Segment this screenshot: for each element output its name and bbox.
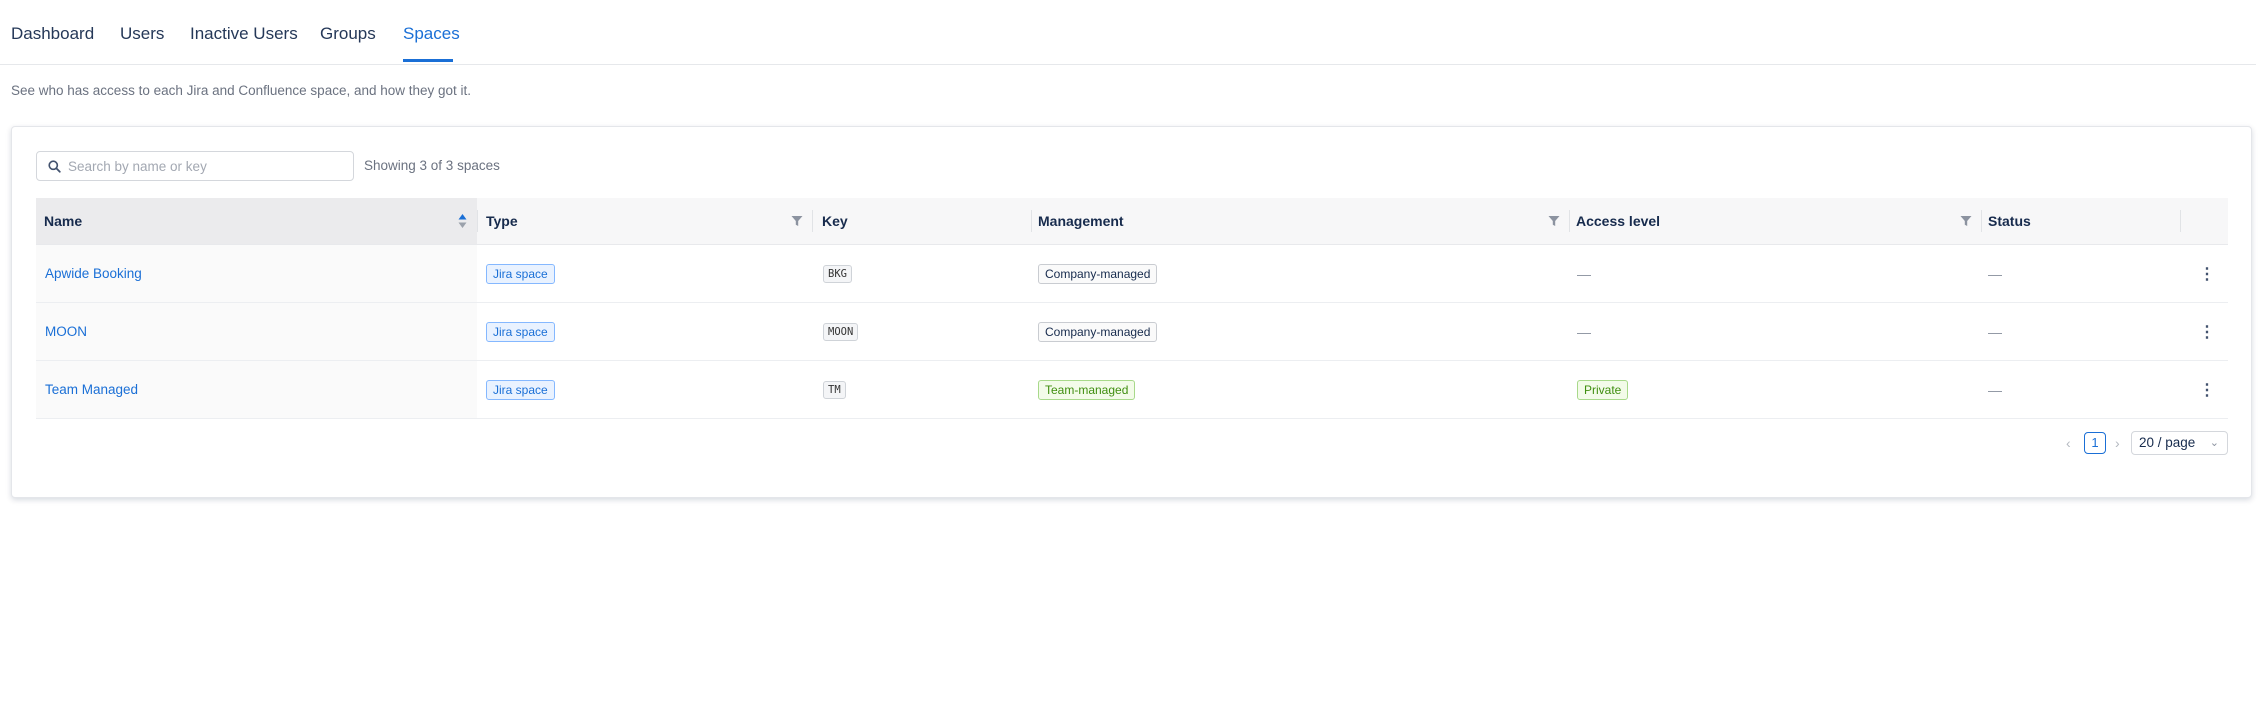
column-header-management[interactable]: Management bbox=[1038, 198, 1124, 244]
status-value: — bbox=[1988, 265, 2002, 282]
nav-tabs: Dashboard Users Inactive Users Groups Sp… bbox=[0, 0, 2256, 65]
access-level-value: — bbox=[1577, 265, 1591, 282]
tab-users[interactable]: Users bbox=[120, 24, 164, 44]
table-row: Apwide Booking Jira space BKG Company-ma… bbox=[36, 245, 2228, 303]
management-tag: Company-managed bbox=[1038, 263, 1158, 284]
management-tag: Team-managed bbox=[1038, 379, 1136, 400]
page-size-select[interactable]: 20 / page ⌄ bbox=[2131, 431, 2228, 455]
active-tab-indicator bbox=[403, 59, 453, 62]
column-header-key[interactable]: Key bbox=[822, 198, 848, 244]
more-actions-icon[interactable]: ⋮ bbox=[2199, 322, 2215, 342]
search-input[interactable] bbox=[66, 157, 340, 175]
column-separator bbox=[812, 210, 813, 232]
column-separator bbox=[477, 210, 478, 232]
type-tag: Jira space bbox=[486, 321, 555, 342]
access-level-tag: Private bbox=[1577, 379, 1629, 400]
column-separator bbox=[2180, 210, 2181, 232]
filter-icon[interactable] bbox=[1548, 215, 1560, 227]
status-value: — bbox=[1988, 381, 2002, 398]
column-header-status[interactable]: Status bbox=[1988, 198, 2031, 244]
column-separator bbox=[1031, 210, 1032, 232]
column-header-access-level[interactable]: Access level bbox=[1576, 198, 1660, 244]
page-description: See who has access to each Jira and Conf… bbox=[11, 83, 472, 98]
search-icon bbox=[48, 159, 61, 173]
management-tag: Company-managed bbox=[1038, 321, 1158, 342]
key-code: TM bbox=[823, 380, 846, 399]
column-separator bbox=[1569, 210, 1570, 232]
table-row: MOON Jira space MOON Company-managed — —… bbox=[36, 303, 2228, 361]
search-box[interactable] bbox=[36, 151, 354, 181]
tab-groups[interactable]: Groups bbox=[320, 24, 376, 44]
more-actions-icon[interactable]: ⋮ bbox=[2199, 264, 2215, 284]
access-level-value: — bbox=[1577, 323, 1591, 340]
table-row: Team Managed Jira space TM Team-managed … bbox=[36, 361, 2228, 419]
tab-inactive-users[interactable]: Inactive Users bbox=[190, 24, 298, 44]
column-header-name[interactable]: Name bbox=[44, 198, 82, 244]
key-code: BKG bbox=[823, 264, 852, 283]
table-header: Name Type Key Management Access level St… bbox=[36, 198, 2228, 245]
type-tag: Jira space bbox=[486, 263, 555, 284]
space-name-link[interactable]: Team Managed bbox=[45, 382, 138, 397]
column-header-type[interactable]: Type bbox=[486, 198, 518, 244]
sort-icon[interactable] bbox=[458, 213, 467, 229]
tab-spaces[interactable]: Spaces bbox=[403, 24, 460, 44]
key-code: MOON bbox=[823, 322, 859, 341]
page-size-value: 20 / page bbox=[2139, 435, 2196, 450]
results-count: Showing 3 of 3 spaces bbox=[364, 158, 500, 173]
next-page-icon[interactable]: › bbox=[2115, 435, 2120, 451]
status-value: — bbox=[1988, 323, 2002, 340]
type-tag: Jira space bbox=[486, 379, 555, 400]
tab-dashboard[interactable]: Dashboard bbox=[11, 24, 94, 44]
name-cell-bg bbox=[36, 303, 477, 360]
spaces-card: Showing 3 of 3 spaces Name Type Key Mana… bbox=[11, 126, 2252, 498]
space-name-link[interactable]: MOON bbox=[45, 324, 87, 339]
name-header-bg bbox=[36, 198, 477, 244]
spaces-table: Name Type Key Management Access level St… bbox=[36, 198, 2228, 419]
filter-icon[interactable] bbox=[791, 215, 803, 227]
page-number-button[interactable]: 1 bbox=[2084, 432, 2106, 454]
chevron-down-icon: ⌄ bbox=[2209, 437, 2219, 449]
filter-icon[interactable] bbox=[1960, 215, 1972, 227]
column-separator bbox=[1981, 210, 1982, 232]
more-actions-icon[interactable]: ⋮ bbox=[2199, 380, 2215, 400]
space-name-link[interactable]: Apwide Booking bbox=[45, 266, 142, 281]
previous-page-icon[interactable]: ‹ bbox=[2066, 435, 2071, 451]
